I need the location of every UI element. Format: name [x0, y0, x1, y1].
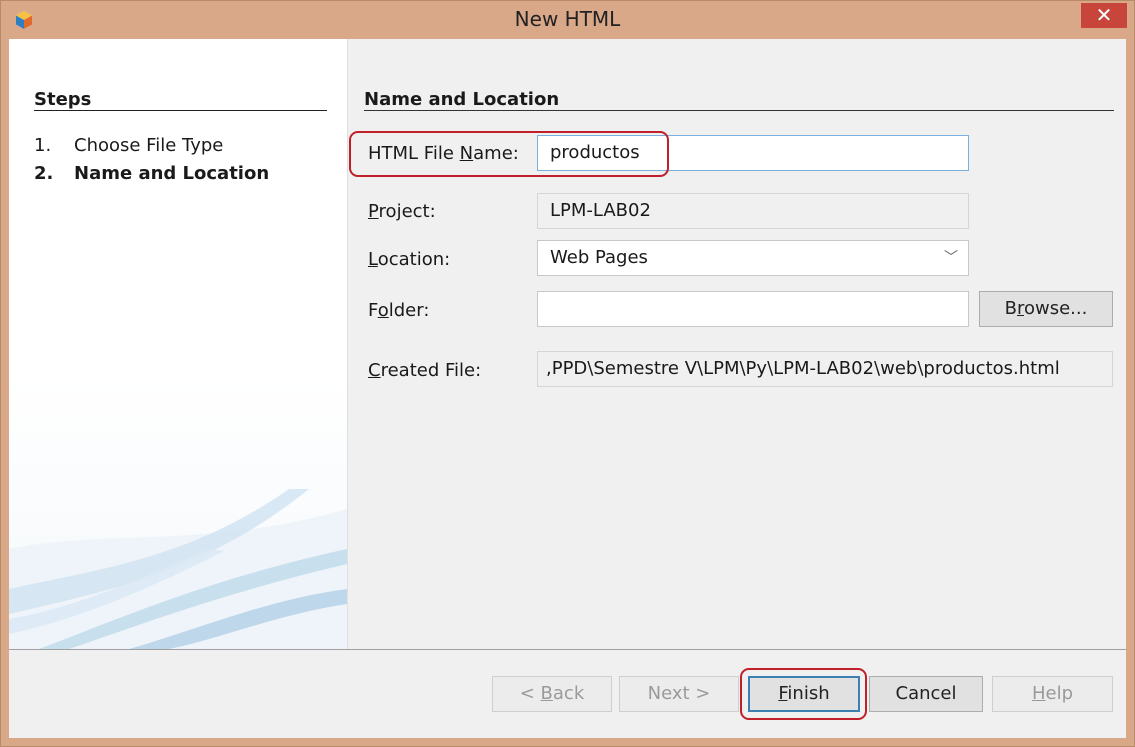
help-button[interactable]: Help [992, 676, 1113, 712]
folder-label: Folder: [368, 300, 429, 322]
dialog-window: New HTML ✕ Steps 1. Choose File Type 2. Na… [0, 0, 1135, 747]
label-text: ocation: [377, 249, 451, 270]
location-label: Location: [368, 249, 450, 271]
footer-divider [9, 649, 1126, 650]
section-heading: Name and Location [364, 89, 560, 110]
browse-button[interactable]: Browse... [979, 291, 1113, 327]
wizard-decoration-graphic [9, 489, 347, 649]
step-choose-file-type: 1. Choose File Type [34, 135, 223, 156]
title-bar: New HTML ✕ [1, 1, 1134, 38]
label-mnemonic: P [368, 201, 379, 222]
label-mnemonic: L [368, 249, 378, 270]
step-label: Name and Location [74, 163, 270, 184]
html-file-name-highlight [349, 131, 669, 177]
close-icon: ✕ [1095, 3, 1113, 27]
label-mnemonic: r [1016, 298, 1024, 319]
label-text: < [519, 683, 541, 704]
label-text: B [1004, 298, 1017, 319]
finish-button-highlight [740, 668, 867, 720]
label-text: owse... [1024, 298, 1088, 319]
section-divider [364, 110, 1114, 111]
label-text: roject: [378, 201, 436, 222]
steps-divider [34, 110, 327, 111]
next-button[interactable]: Next > [619, 676, 739, 712]
created-file-field: ,PPD\Semestre V\LPM\Py\LPM-LAB02\web\pro… [537, 351, 1113, 387]
window-title: New HTML [514, 7, 621, 31]
folder-input[interactable] [537, 291, 969, 327]
close-button[interactable]: ✕ [1081, 3, 1127, 28]
location-value: Web Pages [550, 247, 648, 268]
label-text: elp [1045, 683, 1074, 704]
chevron-down-icon: ﹀ [944, 250, 958, 266]
project-value: LPM-LAB02 [550, 200, 651, 221]
created-file-value: ,PPD\Semestre V\LPM\Py\LPM-LAB02\web\pro… [546, 358, 1060, 379]
label-text: ack [552, 683, 585, 704]
label-mnemonic: H [1031, 683, 1046, 704]
label-text: F [368, 300, 378, 321]
cancel-button[interactable]: Cancel [869, 676, 983, 712]
label-text: lder: [388, 300, 430, 321]
label-mnemonic: C [368, 360, 381, 381]
step-number: 1. [34, 135, 52, 156]
step-name-and-location: 2. Name and Location [34, 163, 269, 184]
label-mnemonic: B [540, 683, 553, 704]
step-label: Choose File Type [74, 135, 224, 156]
back-button[interactable]: < Back [492, 676, 612, 712]
step-number: 2. [34, 163, 54, 184]
steps-panel: Steps 1. Choose File Type 2. Name and Loca… [9, 39, 347, 649]
steps-heading: Steps [34, 89, 92, 110]
project-field: LPM-LAB02 [537, 193, 969, 229]
panel-divider [347, 39, 348, 649]
dialog-client: Steps 1. Choose File Type 2. Name and Loca… [9, 39, 1126, 738]
location-dropdown[interactable]: Web Pages ﹀ [537, 240, 969, 276]
label-mnemonic: o [377, 300, 389, 321]
created-file-label: Created File: [368, 360, 481, 382]
project-label: Project: [368, 201, 436, 223]
label-text: reated File: [380, 360, 482, 381]
